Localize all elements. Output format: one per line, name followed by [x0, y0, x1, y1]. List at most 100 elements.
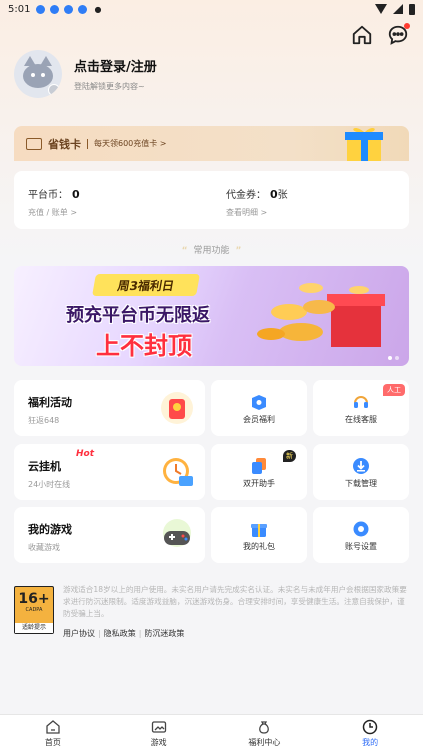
platform-coin-block: 平台币： 0 充值 / 账单 >	[28, 186, 80, 218]
voucher-details-link[interactable]: 查看明细 >	[226, 207, 288, 218]
tile-label: 下载管理	[345, 479, 377, 488]
welfare-activity-tile[interactable]: 福利活动 狂返648	[14, 380, 205, 436]
age-tip: 适龄提示	[15, 623, 53, 633]
tab-label: 我的	[362, 738, 379, 747]
divider	[87, 138, 88, 149]
hot-badge: Hot	[76, 449, 95, 459]
savings-card-promo[interactable]: 每天领600充值卡 >	[94, 138, 167, 149]
tile-label: 双开助手	[243, 479, 275, 488]
carousel-dots[interactable]	[388, 356, 399, 360]
dual-app-icon	[252, 458, 266, 474]
voucher-value: 0	[270, 188, 278, 201]
my-games-tile[interactable]: 我的游戏 收藏游戏	[14, 507, 205, 563]
home-button[interactable]	[351, 24, 373, 46]
tab-label: 首页	[44, 738, 61, 747]
avatar-face	[23, 64, 53, 88]
home-icon	[352, 25, 372, 45]
money-bag-icon	[259, 721, 270, 734]
voucher-label: 代金券：	[226, 190, 266, 201]
download-manager-tile[interactable]: 下载管理	[313, 444, 409, 500]
tab-label: 游戏	[150, 738, 167, 747]
tab-games[interactable]: 游戏	[106, 715, 212, 752]
notice-text: 游戏适合18岁以上的用户使用。未实名用户请先完成实名认证。未实名与未成年用户会根…	[63, 585, 407, 618]
status-bar: 5:01 ●	[0, 0, 423, 18]
tile-subtitle: 24小时在线	[28, 480, 71, 489]
new-badge: 新	[283, 450, 296, 462]
age-rating-org: CADPA	[25, 607, 43, 613]
avatar-eye	[41, 73, 45, 77]
game-image-icon	[151, 721, 166, 733]
savings-card-banner[interactable]: 省钱卡 每天领600充值卡 >	[14, 126, 409, 161]
clock-24h-icon	[163, 458, 193, 486]
gamepad-icon	[163, 519, 191, 547]
coin-pile-illustration	[257, 283, 385, 347]
divider: |	[138, 629, 142, 638]
login-profile[interactable]: 点击登录/注册 登陆解锁更多内容~	[14, 50, 157, 98]
privacy-policy-link[interactable]: 隐私政策	[104, 629, 136, 638]
login-title[interactable]: 点击登录/注册	[74, 56, 157, 75]
voucher-unit: 张	[277, 190, 288, 201]
banner-headline: 预充平台币无限返	[66, 305, 210, 326]
battery-icon	[409, 3, 415, 15]
tile-title: 福利活动	[28, 396, 72, 409]
unread-dot	[404, 23, 410, 29]
signal-icon	[393, 4, 403, 14]
wifi-icon	[375, 4, 387, 14]
recharge-bill-link[interactable]: 充值 / 账单 >	[28, 207, 80, 218]
notification-icon	[50, 4, 60, 14]
home-icon	[46, 720, 60, 734]
more-notifications-icon: ●	[94, 4, 102, 14]
notification-icon	[78, 4, 88, 14]
gear-icon	[353, 521, 369, 537]
header-actions	[351, 23, 410, 46]
age-rating: 16+	[18, 591, 50, 607]
avatar-eye	[31, 73, 35, 77]
tile-label: 账号设置	[345, 542, 377, 551]
headset-icon	[354, 396, 368, 408]
human-agent-badge: 人工	[383, 384, 405, 396]
promo-banner[interactable]: 周3福利日 预充平台币无限返 上不封顶	[14, 266, 409, 366]
verified-icon	[48, 84, 60, 96]
tab-welfare-center[interactable]: 福利中心	[212, 715, 318, 752]
my-gifts-tile[interactable]: 我的礼包	[211, 507, 307, 563]
account-settings-tile[interactable]: 账号设置	[313, 507, 409, 563]
divider: |	[98, 629, 101, 638]
user-agreement-link[interactable]: 用户协议	[63, 629, 95, 638]
gift-icon	[251, 524, 267, 537]
banner-tag: 周3福利日	[92, 274, 200, 296]
tile-label: 会员福利	[243, 415, 275, 424]
profile-icon	[362, 719, 378, 735]
tile-subtitle: 收藏游戏	[28, 543, 60, 552]
red-envelope-icon	[161, 392, 193, 424]
tile-label: 在线客服	[345, 415, 377, 424]
platform-coin-label: 平台币：	[28, 190, 68, 201]
tile-label: 我的礼包	[243, 542, 275, 551]
notification-icon	[64, 4, 74, 14]
tab-home[interactable]: 首页	[0, 715, 106, 752]
tile-title: 云挂机	[28, 460, 61, 473]
carousel-dot[interactable]	[395, 356, 399, 360]
login-subtitle: 登陆解锁更多内容~	[74, 82, 145, 91]
dual-open-tile[interactable]: 新 双开助手	[211, 444, 307, 500]
online-service-tile[interactable]: 人工 在线客服	[313, 380, 409, 436]
avatar[interactable]	[14, 50, 62, 98]
policy-links: 用户协议 | 隐私政策 | 防沉迷政策	[63, 628, 184, 639]
wallet-panel: 平台币： 0 充值 / 账单 > 代金券： 0张 查看明细 >	[14, 171, 409, 229]
download-icon	[353, 458, 369, 474]
member-gift-icon	[252, 395, 266, 410]
section-title: “ 常用功能 ”	[0, 243, 423, 256]
anti-addiction-link[interactable]: 防沉迷政策	[144, 629, 184, 638]
tab-mine[interactable]: 我的	[317, 715, 423, 752]
messages-button[interactable]	[387, 23, 410, 46]
savings-card-name: 省钱卡	[48, 137, 81, 151]
age-rating-badge: 16+ CADPA 适龄提示	[14, 586, 54, 634]
banner-subheadline: 上不封顶	[96, 332, 192, 360]
carousel-dot[interactable]	[388, 356, 392, 360]
card-icon	[26, 137, 42, 150]
cloud-hangup-tile[interactable]: 云挂机 Hot 24小时在线	[14, 444, 205, 500]
tile-title: 我的游戏	[28, 523, 72, 536]
tile-subtitle: 狂返648	[28, 416, 60, 425]
gift-box-icon	[345, 127, 383, 161]
platform-coin-value: 0	[72, 188, 80, 201]
member-benefits-tile[interactable]: 会员福利	[211, 380, 307, 436]
